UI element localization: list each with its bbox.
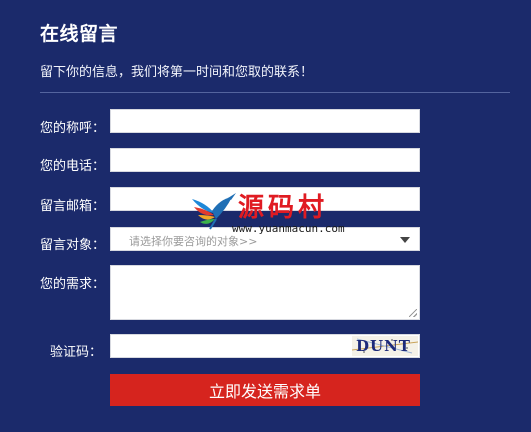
captcha-image[interactable]: DUNT: [352, 336, 418, 356]
form-title: 在线留言: [40, 23, 119, 45]
divider: [40, 92, 510, 93]
captcha-label: 验证码：: [49, 345, 102, 360]
captcha-text: DUNT: [356, 337, 411, 355]
resize-handle-icon[interactable]: [409, 309, 417, 317]
watermark-url: www.yuanmacun.com: [232, 222, 345, 235]
submit-button[interactable]: 立即发送需求单: [110, 374, 420, 406]
watermark: 源码村 www.yuanmacun.com: [188, 187, 348, 247]
watermark-text: 源码村: [238, 193, 329, 223]
phone-label: 您的电话：: [40, 159, 106, 174]
target-label: 留言对象：: [40, 238, 106, 253]
name-input[interactable]: [110, 109, 420, 133]
email-label: 留言邮箱：: [40, 199, 106, 214]
form-subtitle: 留下你的信息，我们将第一时间和您取的联系！: [40, 65, 314, 80]
bird-logo-icon: [192, 193, 236, 230]
message-form-panel: 在线留言 留下你的信息，我们将第一时间和您取的联系！ 您的称呼： 您的电话： 留…: [0, 0, 531, 432]
name-label: 您的称呼：: [40, 121, 106, 136]
need-textarea[interactable]: [110, 265, 420, 320]
captcha-input[interactable]: DUNT: [110, 334, 420, 358]
need-label: 您的需求：: [40, 277, 106, 292]
chevron-down-icon: [400, 237, 410, 243]
phone-input[interactable]: [110, 148, 420, 172]
